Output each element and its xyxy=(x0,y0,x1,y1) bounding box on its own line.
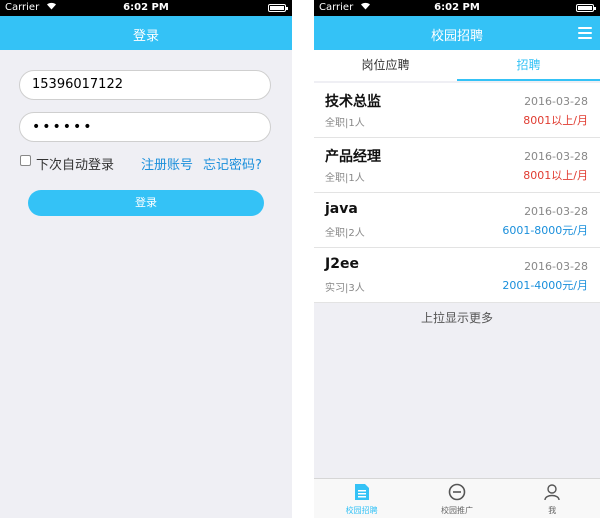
job-meta: 全职|2人 xyxy=(325,228,365,239)
tabbar-item-campus-recruit[interactable]: 校园招聘 xyxy=(314,479,409,518)
job-salary: 8001以上/月 xyxy=(523,169,588,182)
forgot-password-link[interactable]: 忘记密码? xyxy=(203,154,262,173)
active-tab-indicator xyxy=(457,79,600,81)
login-screen: Carrier 6:02 PM 登录 15396017122 •••••• 下次… xyxy=(0,0,292,518)
status-time: 6:02 PM xyxy=(434,2,480,13)
register-link[interactable]: 注册账号 xyxy=(141,154,193,173)
job-salary: 2001-4000元/月 xyxy=(502,279,588,292)
auto-login-label: 下次自动登录 xyxy=(36,158,115,173)
battery-icon xyxy=(268,4,288,12)
job-salary: 6001-8000元/月 xyxy=(502,224,588,237)
recruit-screen: Carrier 6:02 PM 校园招聘 岗位应聘 招聘 技术总监 2016-0… xyxy=(314,0,600,518)
user-icon xyxy=(544,484,560,501)
menu-icon[interactable] xyxy=(578,27,592,39)
tabbar-label: 我 xyxy=(548,506,557,515)
status-time: 6:02 PM xyxy=(123,2,169,13)
clock-icon xyxy=(448,483,466,501)
recruit-title: 校园招聘 xyxy=(430,29,483,44)
document-icon xyxy=(354,484,369,500)
login-navbar: 登录 xyxy=(0,16,292,50)
job-row[interactable]: java 2016-03-28 全职|2人 6001-8000元/月 xyxy=(314,193,600,248)
password-input[interactable]: •••••• xyxy=(19,112,271,142)
tabbar-item-campus-promotion[interactable]: 校园推广 xyxy=(409,479,504,518)
job-title: java xyxy=(325,201,358,217)
load-more-hint[interactable]: 上拉显示更多 xyxy=(314,309,600,326)
job-date: 2016-03-28 xyxy=(524,95,588,108)
tabbar-label: 校园推广 xyxy=(440,506,473,515)
auto-login-checkbox[interactable] xyxy=(20,155,31,166)
job-date: 2016-03-28 xyxy=(524,150,588,163)
job-list: 技术总监 2016-03-28 全职|1人 8001以上/月 产品经理 2016… xyxy=(314,83,600,303)
segment-tabs: 岗位应聘 招聘 xyxy=(314,50,600,81)
tabbar-label: 校园招聘 xyxy=(345,506,378,515)
tabbar-item-me[interactable]: 我 xyxy=(505,479,600,518)
recruit-navbar: 校园招聘 xyxy=(314,16,600,50)
battery-icon xyxy=(576,4,596,12)
job-title: 技术总监 xyxy=(325,94,381,110)
phone-input[interactable]: 15396017122 xyxy=(19,70,271,100)
job-row[interactable]: 产品经理 2016-03-28 全职|1人 8001以上/月 xyxy=(314,138,600,193)
tab-job-application[interactable]: 岗位应聘 xyxy=(314,50,457,81)
login-title: 登录 xyxy=(132,29,159,44)
job-date: 2016-03-28 xyxy=(524,205,588,218)
job-salary: 8001以上/月 xyxy=(523,114,588,127)
job-row[interactable]: 技术总监 2016-03-28 全职|1人 8001以上/月 xyxy=(314,83,600,138)
status-bar: Carrier 6:02 PM xyxy=(0,0,292,16)
tab-recruitment[interactable]: 招聘 xyxy=(457,50,600,81)
job-row[interactable]: J2ee 2016-03-28 实习|3人 2001-4000元/月 xyxy=(314,248,600,303)
login-button[interactable]: 登录 xyxy=(28,190,264,216)
job-meta: 全职|1人 xyxy=(325,173,365,184)
job-meta: 实习|3人 xyxy=(325,283,365,294)
job-title: J2ee xyxy=(325,256,359,272)
job-meta: 全职|1人 xyxy=(325,118,365,129)
job-date: 2016-03-28 xyxy=(524,260,588,273)
bottom-tabbar: 校园招聘 校园推广 我 xyxy=(314,478,600,518)
job-title: 产品经理 xyxy=(325,149,381,165)
status-bar: Carrier 6:02 PM xyxy=(314,0,600,16)
